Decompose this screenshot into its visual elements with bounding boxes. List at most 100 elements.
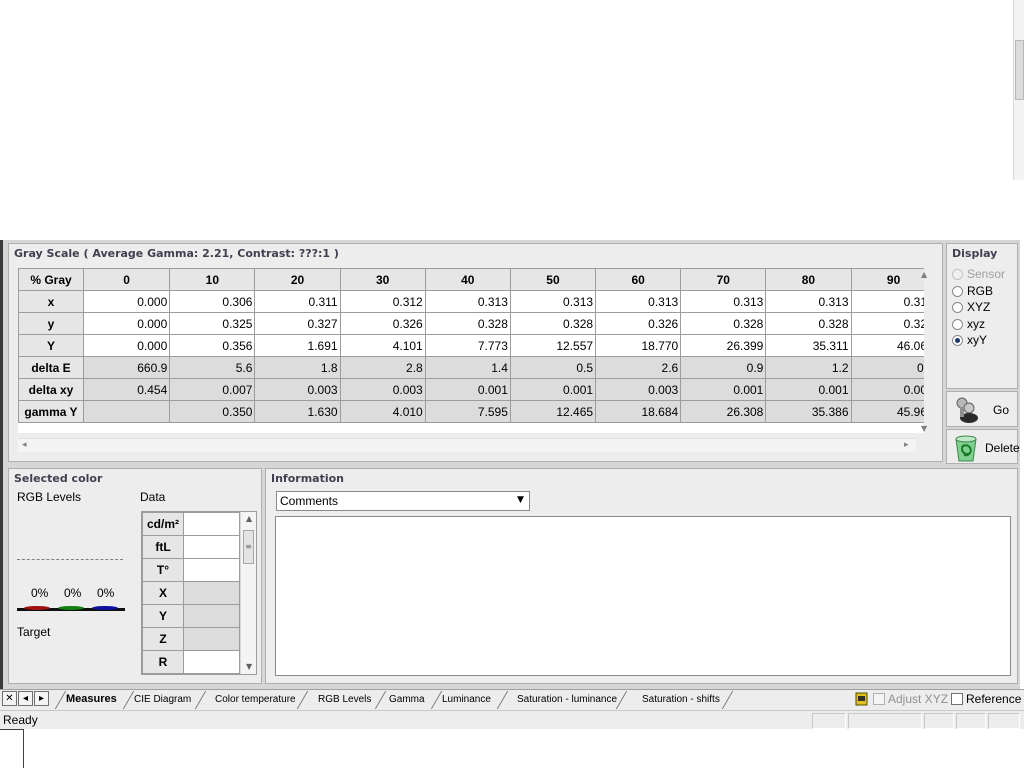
grayscale-column-header[interactable]: 60 xyxy=(595,268,682,291)
grayscale-cell[interactable]: 0.454 xyxy=(82,378,171,401)
grayscale-cell[interactable]: 1.630 xyxy=(254,400,341,423)
grayscale-cell[interactable]: 18.770 xyxy=(595,334,682,357)
grayscale-cell[interactable]: 0.326 xyxy=(339,312,426,335)
grayscale-cell[interactable]: 26.308 xyxy=(680,400,767,423)
grid-scroll-up-icon[interactable]: ▲ xyxy=(921,270,931,280)
grayscale-cell[interactable]: 0.000 xyxy=(82,290,171,313)
grayscale-cell[interactable]: 0.313 xyxy=(765,290,852,313)
data-grid-scrollbar[interactable]: ▲ ≡ ▼ xyxy=(240,512,256,674)
grayscale-cell[interactable]: 4.101 xyxy=(339,334,426,357)
grayscale-cell[interactable]: 0.9 xyxy=(680,356,767,379)
grayscale-cell[interactable]: 0.313 xyxy=(850,290,924,313)
grayscale-cell[interactable]: 0.356 xyxy=(169,334,256,357)
grayscale-cell[interactable]: 12.557 xyxy=(509,334,597,357)
grayscale-cell[interactable]: 0.313 xyxy=(595,290,682,313)
grayscale-cell[interactable]: 0.328 xyxy=(424,312,511,335)
grayscale-cell[interactable]: 0.306 xyxy=(169,290,256,313)
grayscale-cell[interactable]: 0.326 xyxy=(595,312,682,335)
grayscale-cell[interactable]: 0.003 xyxy=(339,378,426,401)
reference-checkbox[interactable] xyxy=(951,693,963,705)
grayscale-cell[interactable]: 0.328 xyxy=(680,312,767,335)
grayscale-cell[interactable]: 7.595 xyxy=(424,400,511,423)
grayscale-cell[interactable]: 12.465 xyxy=(509,400,597,423)
grayscale-cell[interactable]: 0.313 xyxy=(680,290,767,313)
grayscale-column-header[interactable]: 20 xyxy=(254,268,341,291)
grayscale-cell[interactable]: 0.313 xyxy=(509,290,597,313)
chevron-down-icon[interactable]: ▼ xyxy=(517,495,524,505)
comments-dropdown[interactable]: Comments ▼ xyxy=(276,491,530,511)
tab-rgb-levels[interactable]: RGB Levels xyxy=(318,691,371,708)
display-radio-rgb[interactable] xyxy=(952,285,963,297)
go-button[interactable]: Go xyxy=(946,391,1018,427)
grayscale-column-header[interactable]: 90 xyxy=(850,268,924,291)
grayscale-column-header[interactable]: 10 xyxy=(169,268,256,291)
grayscale-cell[interactable]: 0.329 xyxy=(850,312,924,335)
grayscale-cell[interactable]: 0.000 xyxy=(82,334,171,357)
data-row-value[interactable] xyxy=(183,535,240,559)
grayscale-cell[interactable]: 0.001 xyxy=(424,378,511,401)
grid-scroll-right-icon[interactable]: ▸ xyxy=(904,440,909,450)
grayscale-column-header[interactable]: 70 xyxy=(680,268,767,291)
grayscale-column-header[interactable]: 30 xyxy=(339,268,426,291)
grayscale-cell[interactable]: 0.313 xyxy=(424,290,511,313)
grayscale-cell[interactable]: 0.350 xyxy=(169,400,256,423)
grayscale-cell[interactable] xyxy=(82,400,171,423)
grayscale-cell[interactable]: 45.961 xyxy=(850,400,924,423)
data-scroll-up-icon[interactable]: ▲ xyxy=(246,514,252,523)
grayscale-cell[interactable]: 1.8 xyxy=(254,356,341,379)
data-scroll-thumb[interactable]: ≡ xyxy=(243,530,254,564)
grid-horizontal-scrollbar[interactable]: ◂ ▸ xyxy=(18,438,916,452)
grayscale-cell[interactable]: 0.003 xyxy=(595,378,682,401)
grayscale-cell[interactable]: 0.000 xyxy=(850,378,924,401)
top-vertical-scrollbar[interactable] xyxy=(1013,0,1024,180)
grayscale-cell[interactable]: 4.010 xyxy=(339,400,426,423)
data-scroll-down-icon[interactable]: ▼ xyxy=(246,662,252,671)
data-row-value[interactable] xyxy=(183,627,240,651)
grayscale-cell[interactable]: 7.773 xyxy=(424,334,511,357)
display-radio-xyz[interactable] xyxy=(952,318,963,330)
tab-next-icon[interactable]: ▸ xyxy=(34,691,49,706)
grayscale-column-header[interactable]: 50 xyxy=(509,268,597,291)
grayscale-cell[interactable]: 0.5 xyxy=(509,356,597,379)
grayscale-cell[interactable]: 0.328 xyxy=(765,312,852,335)
data-row-value[interactable] xyxy=(183,558,240,582)
grayscale-cell[interactable]: 0.311 xyxy=(254,290,341,313)
grayscale-cell[interactable]: 0.003 xyxy=(254,378,341,401)
close-tab-icon[interactable]: ✕ xyxy=(2,691,17,706)
grayscale-cell[interactable]: 2.6 xyxy=(595,356,682,379)
tab-luminance[interactable]: Luminance xyxy=(442,691,491,708)
grayscale-column-header[interactable]: 80 xyxy=(765,268,852,291)
data-row-value[interactable] xyxy=(183,650,240,674)
grayscale-cell[interactable]: 26.399 xyxy=(680,334,767,357)
grayscale-cell[interactable]: 0.325 xyxy=(169,312,256,335)
grayscale-cell[interactable]: 0.327 xyxy=(254,312,341,335)
grayscale-cell[interactable]: 0.2 xyxy=(850,356,924,379)
tab-cie-diagram[interactable]: CIE Diagram xyxy=(134,691,191,708)
grayscale-cell[interactable]: 0.001 xyxy=(765,378,852,401)
grayscale-cell[interactable]: 2.8 xyxy=(339,356,426,379)
grayscale-cell[interactable]: 0.001 xyxy=(680,378,767,401)
grayscale-cell[interactable]: 46.060 xyxy=(850,334,924,357)
grid-scroll-down-icon[interactable]: ▼ xyxy=(921,424,931,434)
grayscale-cell[interactable]: 5.6 xyxy=(169,356,256,379)
grayscale-cell[interactable]: 1.4 xyxy=(424,356,511,379)
grayscale-column-header[interactable]: 0 xyxy=(82,268,171,291)
grayscale-cell[interactable]: 1.2 xyxy=(765,356,852,379)
grayscale-cell[interactable]: 0.328 xyxy=(509,312,597,335)
grayscale-cell[interactable]: 0.000 xyxy=(82,312,171,335)
grayscale-cell[interactable]: 18.684 xyxy=(595,400,682,423)
grayscale-cell[interactable]: 0.007 xyxy=(169,378,256,401)
information-textarea[interactable] xyxy=(275,516,1011,676)
grayscale-cell[interactable]: 0.001 xyxy=(509,378,597,401)
adjust-xyz-checkbox[interactable] xyxy=(873,693,885,705)
grayscale-column-header[interactable]: 40 xyxy=(424,268,511,291)
tab-color-temperature[interactable]: Color temperature xyxy=(215,691,296,708)
scroll-thumb[interactable] xyxy=(1015,40,1024,100)
grayscale-cell[interactable]: 660.9 xyxy=(82,356,171,379)
grayscale-cell[interactable]: 35.386 xyxy=(765,400,852,423)
tab-measures[interactable]: Measures xyxy=(66,691,117,708)
tab-saturation-shifts[interactable]: Saturation - shifts xyxy=(642,691,720,708)
data-row-value[interactable] xyxy=(183,581,240,605)
grayscale-cell[interactable]: 0.312 xyxy=(339,290,426,313)
display-radio-xyz[interactable] xyxy=(952,302,963,313)
